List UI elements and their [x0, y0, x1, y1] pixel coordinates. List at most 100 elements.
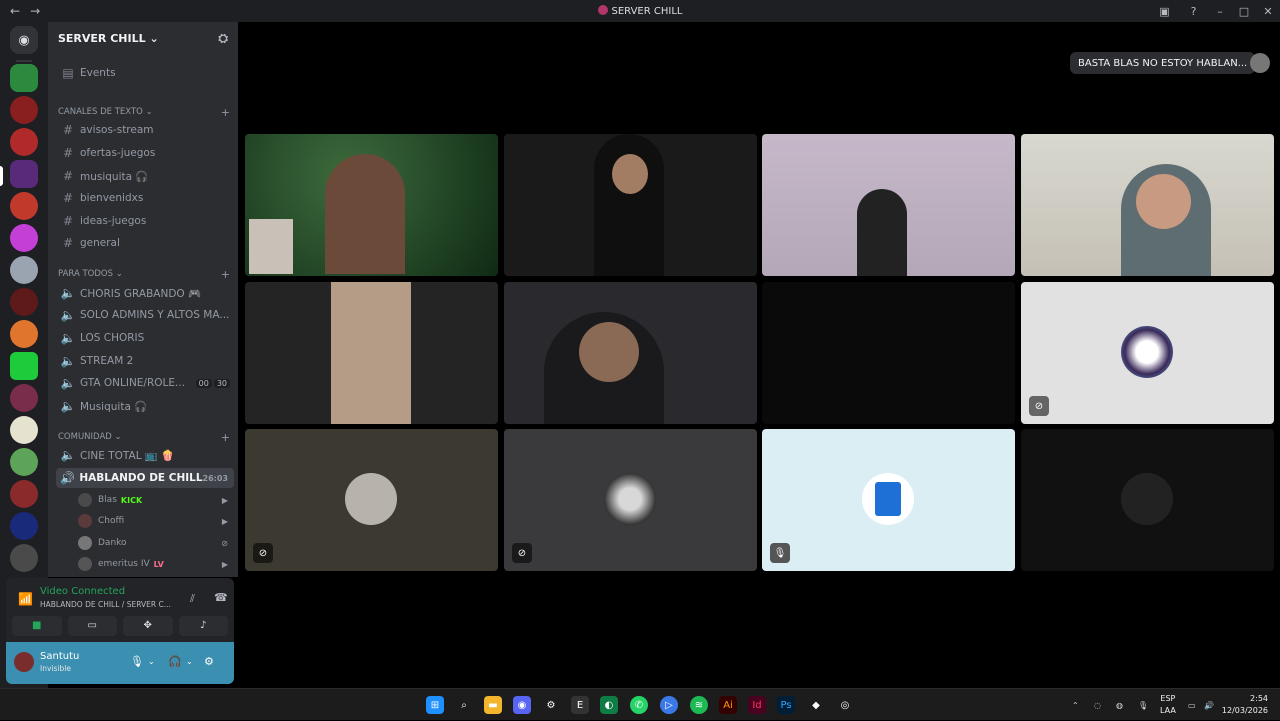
discord-home-icon[interactable]: ◉ — [10, 26, 38, 54]
signal-icon[interactable]: 📶 — [18, 592, 33, 606]
video-tile[interactable] — [504, 282, 757, 424]
video-tile[interactable] — [245, 134, 498, 276]
video-tile[interactable]: ⊘ — [504, 429, 757, 571]
network-icon[interactable]: ▭ — [1188, 689, 1196, 721]
microphone-icon[interactable]: 🎙 — [1138, 689, 1148, 721]
user-avatar[interactable] — [1250, 53, 1270, 73]
illustrator-icon[interactable]: Ai — [719, 696, 737, 714]
add-channel-icon[interactable]: + — [221, 268, 230, 281]
video-tile[interactable] — [245, 282, 498, 424]
video-tile[interactable] — [1021, 134, 1274, 276]
add-channel-icon[interactable]: + — [221, 106, 230, 119]
video-tile[interactable]: ⊘ — [245, 429, 498, 571]
server-icon[interactable] — [10, 256, 38, 284]
server-icon[interactable] — [10, 192, 38, 220]
spotify-icon[interactable]: ≋ — [690, 696, 708, 714]
server-icon[interactable] — [10, 224, 38, 252]
video-tile[interactable]: 🎙 — [762, 429, 1015, 571]
voice-channel[interactable]: 🔈 GTA ONLINE/ROLE... 00 30 — [56, 373, 234, 393]
category-text-channels[interactable]: Canales de texto ⌄ + — [58, 104, 234, 120]
voice-channel[interactable]: 🔈 CINE TOTAL 📺 🍿 — [56, 445, 234, 465]
discord-icon[interactable]: ◉ — [513, 696, 531, 714]
volume-icon[interactable]: 🔊 — [1204, 689, 1214, 721]
server-header[interactable]: SERVER CHILL ⌄ ⛭ — [48, 22, 238, 54]
camera-button[interactable]: ■ — [12, 616, 62, 636]
soundboard-button[interactable]: ♪ — [178, 616, 228, 636]
screen-share-button[interactable]: ▭ — [67, 616, 117, 636]
windows-start-icon[interactable]: ⊞ — [426, 696, 444, 714]
video-tile[interactable] — [504, 134, 757, 276]
steam-icon[interactable]: ⚙ — [542, 696, 560, 714]
server-icon[interactable] — [10, 512, 38, 540]
video-tile[interactable] — [762, 282, 1015, 424]
add-channel-icon[interactable]: + — [221, 431, 230, 444]
events-item[interactable]: ▤ Events — [56, 63, 234, 83]
server-icon[interactable] — [10, 128, 38, 156]
server-icon[interactable] — [10, 64, 38, 92]
maximize-icon[interactable]: □ — [1232, 5, 1256, 18]
video-tile[interactable] — [1021, 429, 1274, 571]
server-icon[interactable] — [10, 384, 38, 412]
user-name[interactable]: Santutu — [40, 651, 79, 662]
server-icon[interactable] — [10, 288, 38, 316]
activity-status[interactable]: BASTA BLAS NO ESTOY HABLAN... — [1070, 52, 1256, 74]
server-icon[interactable] — [10, 448, 38, 476]
voice-channel-active[interactable]: 🔊 HABLANDO DE CHILL 26:03 — [56, 468, 234, 488]
server-icon[interactable] — [10, 352, 38, 380]
user-avatar[interactable] — [14, 652, 34, 672]
tray-app-icon[interactable]: ◍ — [1116, 689, 1123, 721]
voice-channel[interactable]: 🔈 Musiquita 🎧 — [56, 396, 234, 416]
server-icon[interactable] — [10, 416, 38, 444]
text-channel[interactable]: # ideas-juegos — [56, 211, 234, 231]
category-comunidad[interactable]: COMUNIDAD ⌄ + — [58, 429, 234, 445]
voice-channel-path[interactable]: HABLANDO DE CHILL / SERVER C... — [40, 600, 171, 609]
voice-channel[interactable]: 🔈 LOS CHORIS — [56, 328, 234, 348]
voice-user[interactable]: Danko ⊘ — [78, 534, 234, 552]
voice-user[interactable]: Blas KICK ▶ — [78, 491, 234, 509]
close-icon[interactable]: ✕ — [1256, 5, 1280, 18]
server-icon[interactable] — [10, 544, 38, 572]
file-explorer-icon[interactable]: ▬ — [484, 696, 502, 714]
voice-channel[interactable]: 🔈 SOLO ADMINS Y ALTOS MA... — [56, 305, 234, 325]
tray-chevron-icon[interactable]: ⌃ — [1072, 689, 1079, 721]
app-icon[interactable]: ▷ — [660, 696, 678, 714]
server-icon[interactable] — [10, 480, 38, 508]
indesign-icon[interactable]: Id — [748, 696, 766, 714]
disconnect-icon[interactable]: ☎ — [214, 591, 228, 604]
server-icon[interactable] — [10, 96, 38, 124]
gear-icon[interactable]: ⚙ — [204, 655, 214, 668]
inbox-icon[interactable]: ▣ — [1150, 5, 1179, 18]
video-tile[interactable]: ⊘ — [1021, 282, 1274, 424]
text-channel[interactable]: # bienvenidxs — [56, 188, 234, 208]
app-icon[interactable]: ◎ — [836, 696, 854, 714]
minimize-icon[interactable]: – — [1208, 5, 1232, 18]
voice-user[interactable]: emeritus IV LV ▶ — [78, 555, 234, 573]
browser-icon[interactable]: ◐ — [600, 696, 618, 714]
server-icon-active[interactable] — [10, 160, 38, 188]
text-channel[interactable]: # general — [56, 233, 234, 253]
headphones-icon[interactable]: 🎧 — [168, 655, 182, 668]
clock[interactable]: 2:54 12/03/2026 — [1222, 693, 1268, 717]
text-channel[interactable]: # ofertas-juegos — [56, 143, 234, 163]
whatsapp-icon[interactable]: ✆ — [630, 696, 648, 714]
microphone-icon[interactable]: 🎙 — [130, 655, 144, 668]
voice-channel[interactable]: 🔈 CHORIS GRABANDO 🎮 — [56, 283, 234, 303]
add-member-icon[interactable]: ⛭ — [218, 31, 228, 46]
chevron-down-icon[interactable]: ⌄ — [148, 657, 155, 666]
text-channel[interactable]: # avisos-stream — [56, 120, 234, 140]
activities-button[interactable]: ✥ — [123, 616, 173, 636]
noise-suppression-icon[interactable]: ⫽ — [190, 592, 195, 606]
app-icon[interactable]: ◆ — [807, 696, 825, 714]
language-indicator[interactable]: ESP LAA — [1160, 693, 1176, 717]
epic-games-icon[interactable]: E — [571, 696, 589, 714]
tray-app-icon[interactable]: ◌ — [1094, 689, 1101, 721]
forward-arrow-icon[interactable]: → — [30, 4, 40, 18]
help-icon[interactable]: ? — [1179, 5, 1208, 18]
server-icon[interactable] — [10, 320, 38, 348]
search-icon[interactable]: ⌕ — [455, 696, 473, 714]
chevron-down-icon[interactable]: ⌄ — [186, 657, 193, 666]
back-arrow-icon[interactable]: ← — [10, 4, 20, 18]
video-tile[interactable] — [762, 134, 1015, 276]
photoshop-icon[interactable]: Ps — [777, 696, 795, 714]
voice-channel[interactable]: 🔈 STREAM 2 — [56, 351, 234, 371]
